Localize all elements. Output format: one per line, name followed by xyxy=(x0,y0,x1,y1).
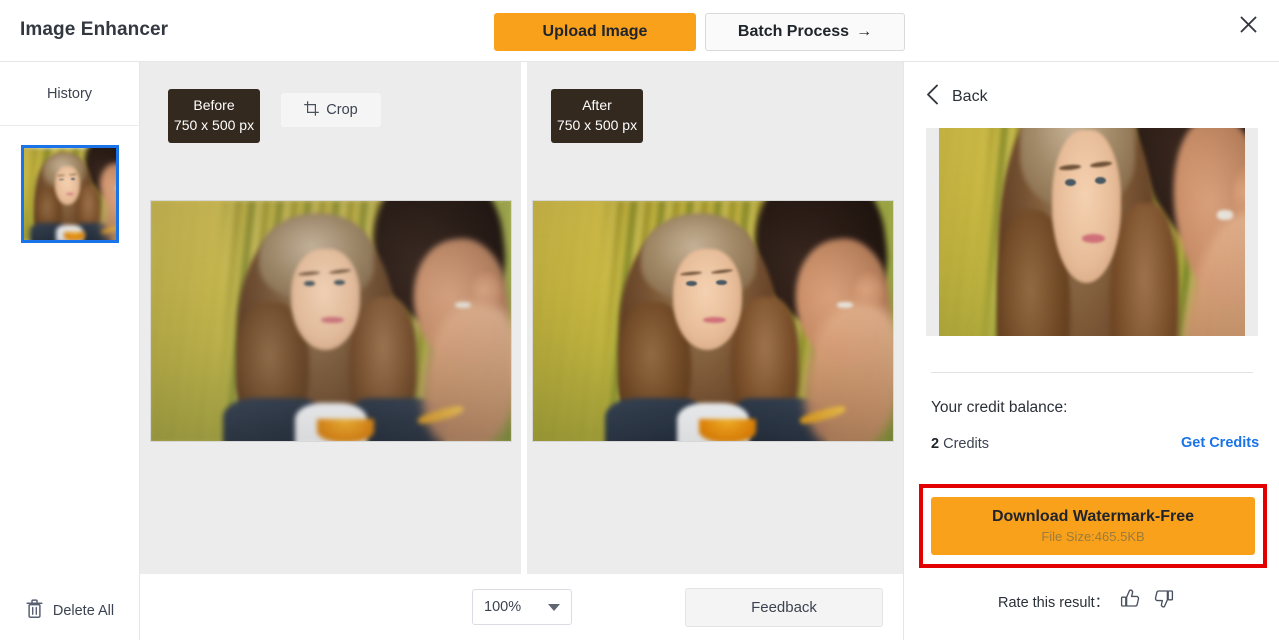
rate-result-row: Rate this result： xyxy=(998,587,1175,615)
image-enhancer-window: Image Enhancer Upload Image Batch Proces… xyxy=(0,0,1279,640)
result-preview-box xyxy=(926,128,1258,336)
app-header: Image Enhancer Upload Image Batch Proces… xyxy=(0,0,1279,62)
before-pane: Before 750 x 500 px Crop xyxy=(140,62,521,574)
download-highlight-box: Download Watermark-Free File Size:465.5K… xyxy=(919,484,1267,568)
batch-process-button[interactable]: Batch Process → xyxy=(705,13,905,51)
credit-balance-label: Your credit balance: xyxy=(931,399,1067,417)
history-thumbnail-image xyxy=(21,148,119,240)
download-button-title: Download Watermark-Free xyxy=(992,508,1194,526)
after-image xyxy=(532,200,894,442)
zoom-level-value: 100% xyxy=(484,599,521,615)
back-label: Back xyxy=(952,88,988,106)
history-thumbnail-1[interactable] xyxy=(21,145,119,243)
thumbs-up-icon[interactable] xyxy=(1119,587,1142,615)
after-badge-title: After xyxy=(551,96,643,115)
after-pane: After 750 x 500 px xyxy=(527,62,903,574)
back-button[interactable]: Back xyxy=(926,82,988,112)
download-watermark-free-button[interactable]: Download Watermark-Free File Size:465.5K… xyxy=(931,497,1255,555)
credit-count: 2 xyxy=(931,436,939,452)
rate-result-label: Rate this result： xyxy=(998,591,1109,612)
history-title: History xyxy=(47,86,92,102)
comparison-canvas: Before 750 x 500 px Crop xyxy=(140,62,903,574)
after-size-badge: After 750 x 500 px xyxy=(551,89,643,143)
history-header: History xyxy=(0,62,139,126)
close-icon[interactable] xyxy=(1234,10,1262,38)
before-badge-title: Before xyxy=(168,96,260,115)
app-title: Image Enhancer xyxy=(20,19,168,41)
crop-icon xyxy=(304,101,319,120)
before-size-badge: Before 750 x 500 px xyxy=(168,89,260,143)
chevron-left-icon xyxy=(926,84,939,110)
trash-icon xyxy=(25,598,44,624)
credit-balance-value: 2 Credits xyxy=(931,436,989,452)
arrow-right-icon: → xyxy=(856,23,872,41)
delete-all-button[interactable]: Delete All xyxy=(0,582,139,640)
result-panel: Back xyxy=(903,62,1279,640)
download-file-size: File Size:465.5KB xyxy=(1041,529,1144,544)
upload-image-button[interactable]: Upload Image xyxy=(494,13,696,51)
panel-divider xyxy=(931,372,1253,373)
before-image xyxy=(150,200,512,442)
get-credits-link[interactable]: Get Credits xyxy=(1181,435,1259,451)
after-badge-dimensions: 750 x 500 px xyxy=(551,115,643,135)
bottom-toolbar: 100% Feedback xyxy=(140,574,903,640)
thumbs-down-icon[interactable] xyxy=(1152,587,1175,615)
before-badge-dimensions: 750 x 500 px xyxy=(168,115,260,135)
feedback-button[interactable]: Feedback xyxy=(685,588,883,627)
batch-process-label: Batch Process xyxy=(738,23,849,41)
result-preview-image xyxy=(939,128,1245,336)
delete-all-label: Delete All xyxy=(53,603,114,619)
zoom-level-select[interactable]: 100% xyxy=(472,589,572,625)
history-list xyxy=(0,126,139,243)
credit-unit: Credits xyxy=(943,436,989,452)
history-sidebar: History xyxy=(0,62,140,640)
crop-button[interactable]: Crop xyxy=(281,93,381,127)
chevron-down-icon xyxy=(548,604,560,611)
crop-label: Crop xyxy=(326,102,357,118)
